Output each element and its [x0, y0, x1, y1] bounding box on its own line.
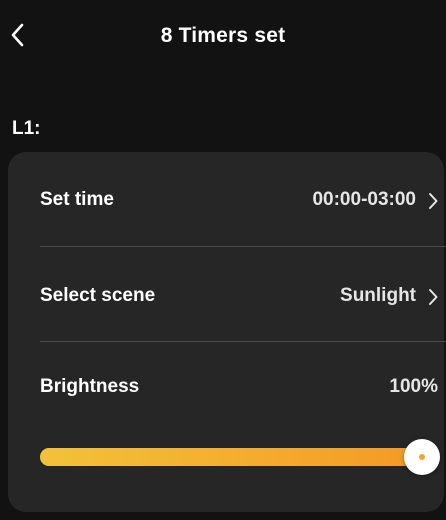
- page-title: 8 Timers set: [160, 24, 286, 47]
- select-scene-value: Sunlight: [340, 285, 416, 306]
- brightness-label: Brightness: [40, 376, 140, 397]
- brightness-slider-fill: [40, 448, 422, 466]
- timer-settings-card: Set time 00:00-03:00 Select scene Sunlig…: [8, 152, 446, 512]
- select-scene-label: Select scene: [40, 285, 156, 306]
- brightness-slider-thumb[interactable]: [404, 439, 440, 475]
- header: 8 Timers set: [0, 0, 446, 76]
- chevron-right-icon: [429, 289, 438, 305]
- set-time-row[interactable]: Set time 00:00-03:00: [40, 181, 446, 221]
- chevron-right-icon: [429, 193, 438, 209]
- set-time-value: 00:00-03:00: [312, 189, 416, 210]
- set-time-label: Set time: [40, 189, 114, 210]
- select-scene-row[interactable]: Select scene Sunlight: [40, 277, 446, 317]
- section-label: L1:: [12, 118, 41, 139]
- divider: [40, 246, 446, 247]
- divider: [40, 341, 446, 342]
- brightness-value: 100%: [389, 376, 438, 397]
- brightness-slider[interactable]: [40, 439, 440, 475]
- slider-thumb-dot: [419, 454, 425, 460]
